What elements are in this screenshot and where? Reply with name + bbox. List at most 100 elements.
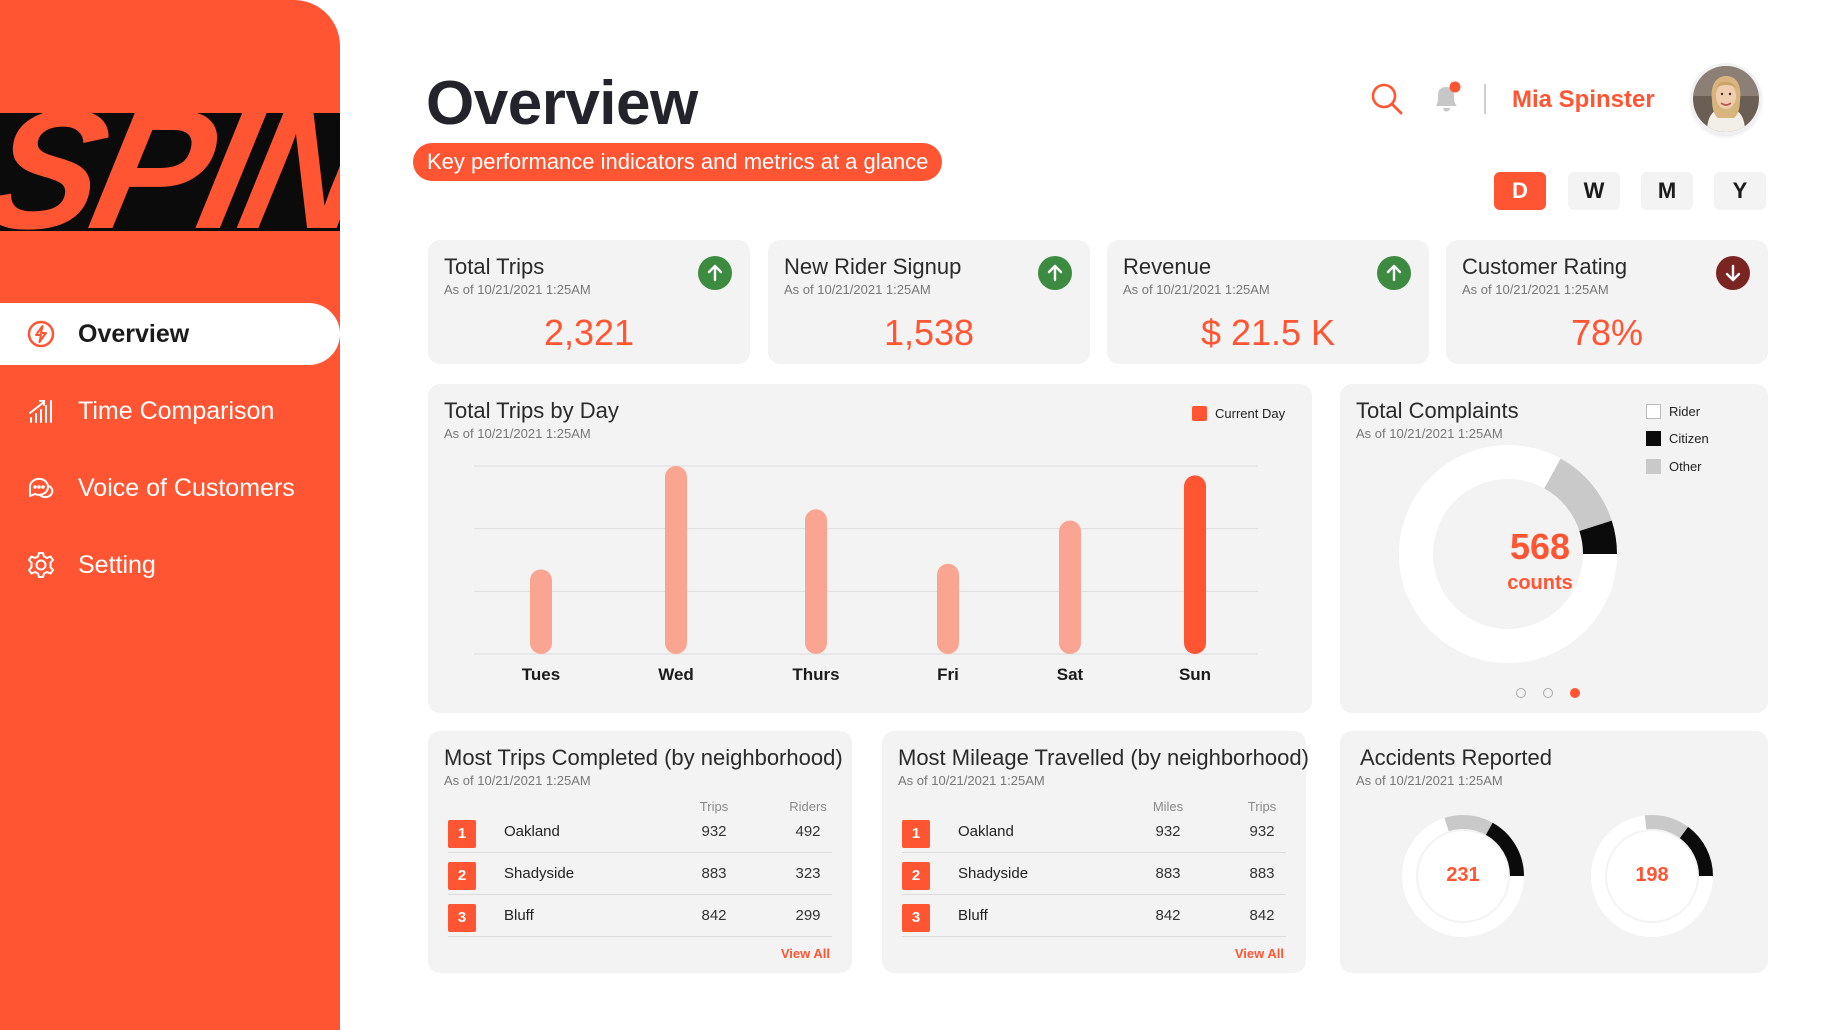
bar-tues[interactable]: [530, 569, 552, 654]
rank-badge: 2: [448, 862, 476, 890]
period-week-button[interactable]: W: [1568, 172, 1620, 210]
logo: SPIN: [0, 113, 340, 231]
chat-bubbles-icon: [26, 473, 56, 503]
kpi-title: Revenue: [1123, 254, 1212, 279]
kpi-card-new-rider-signup[interactable]: New Rider Signup As of 10/21/2021 1:25AM…: [768, 240, 1090, 364]
table-title: Most Mileage Travelled (by neighborhood): [898, 745, 1309, 770]
sidebar-item-setting[interactable]: Setting: [0, 534, 340, 596]
kpi-card-customer-rating[interactable]: Customer Rating As of 10/21/2021 1:25AM …: [1446, 240, 1768, 364]
user-name[interactable]: Mia Spinster: [1512, 86, 1655, 114]
sidebar-item-overview[interactable]: Overview: [0, 303, 340, 365]
complaints-card: Total Complaints As of 10/21/2021 1:25AM…: [1340, 384, 1768, 713]
rank-badge: 3: [448, 904, 476, 932]
kpi-asof: As of 10/21/2021 1:25AM: [1462, 282, 1609, 297]
notification-bell-icon[interactable]: [1430, 80, 1464, 116]
kpi-card-total-trips[interactable]: Total Trips As of 10/21/2021 1:25AM 2,32…: [428, 240, 750, 364]
sidebar-item-label: Voice of Customers: [78, 473, 295, 502]
trend-up-icon: [698, 256, 732, 290]
x-tick-label: Tues: [522, 665, 560, 684]
accidents-card: Accidents Reported As of 10/21/2021 1:25…: [1340, 731, 1768, 973]
dashboard-page: SPIN Overview Time Comparison Voice of C…: [0, 0, 1830, 1030]
view-all-link[interactable]: View All: [781, 946, 830, 961]
x-tick-label: Sat: [1057, 665, 1084, 684]
bar-fri[interactable]: [937, 563, 959, 654]
avatar[interactable]: [1693, 66, 1759, 132]
accident-rings: [1402, 815, 1713, 937]
sidebar-item-label: Time Comparison: [78, 396, 275, 425]
trips-value: 842: [1249, 907, 1275, 924]
table-row[interactable]: 2 Shadyside 883 323: [448, 853, 832, 895]
bar-wed[interactable]: [665, 466, 687, 654]
neighborhood-name: Bluff: [958, 907, 988, 924]
kpi-asof: As of 10/21/2021 1:25AM: [1123, 282, 1270, 297]
x-tick-label: Wed: [658, 665, 694, 684]
kpi-asof: As of 10/21/2021 1:25AM: [784, 282, 931, 297]
neighborhood-name: Bluff: [504, 907, 534, 924]
trend-up-icon: [1377, 256, 1411, 290]
kpi-asof: As of 10/21/2021 1:25AM: [444, 282, 591, 297]
rank-badge: 1: [448, 820, 476, 848]
kpi-value: $ 21.5 K: [1200, 312, 1336, 353]
x-tick-label: Fri: [937, 665, 959, 684]
table-title: Most Trips Completed (by neighborhood): [444, 745, 843, 770]
trips-by-day-card: Total Trips by Day As of 10/21/2021 1:25…: [428, 384, 1312, 713]
table-row[interactable]: 3 Bluff 842 299: [448, 895, 832, 937]
trips-value: 883: [701, 865, 727, 882]
trips-value: 932: [701, 823, 727, 840]
accident-value: 198: [1635, 864, 1669, 886]
trips-value: 883: [1249, 865, 1275, 882]
sidebar-nav: Overview Time Comparison Voice of Custom…: [0, 303, 340, 611]
period-year-button[interactable]: Y: [1714, 172, 1766, 210]
table-asof: As of 10/21/2021 1:25AM: [898, 773, 1045, 788]
rank-badge: 2: [902, 862, 930, 890]
miles-value: 932: [1155, 823, 1181, 840]
trend-down-icon: [1716, 256, 1750, 290]
bar-sun[interactable]: [1184, 475, 1206, 654]
sidebar-item-label: Overview: [78, 319, 190, 348]
accident-value: 231: [1446, 864, 1480, 886]
period-day-button[interactable]: D: [1494, 172, 1546, 210]
trend-up-icon: [1038, 256, 1072, 290]
trips-value: 932: [1249, 823, 1275, 840]
sidebar-item-voice-of-customers[interactable]: Voice of Customers: [0, 457, 340, 519]
search-icon[interactable]: [1370, 82, 1404, 116]
complaints-count-label: counts: [1507, 572, 1573, 594]
riders-value: 492: [795, 823, 821, 840]
table-row[interactable]: 1 Oakland 932 932: [902, 811, 1286, 853]
view-all-link[interactable]: View All: [1235, 946, 1284, 961]
bar-sat[interactable]: [1059, 520, 1081, 654]
carousel-dot-active[interactable]: [1570, 688, 1580, 698]
sidebar: SPIN Overview Time Comparison Voice of C…: [0, 0, 340, 1030]
trips-bar-chart: Tues Wed Thurs Fri Sat Sun: [474, 465, 1258, 684]
page-subtitle: Key performance indicators and metrics a…: [413, 143, 943, 181]
most-trips-card: Most Trips Completed (by neighborhood) A…: [428, 731, 852, 973]
most-mileage-card: Most Mileage Travelled (by neighborhood)…: [882, 731, 1309, 973]
kpi-title: New Rider Signup: [784, 254, 962, 279]
table-row[interactable]: 2 Shadyside 883 883: [902, 853, 1286, 895]
sidebar-item-label: Setting: [78, 550, 156, 579]
miles-value: 842: [1155, 907, 1181, 924]
bolt-circle-icon: [26, 319, 56, 349]
carousel-dot[interactable]: [1516, 688, 1526, 698]
riders-value: 323: [795, 865, 821, 882]
bar-thurs[interactable]: [805, 509, 827, 654]
sidebar-item-time-comparison[interactable]: Time Comparison: [0, 380, 340, 442]
neighborhood-name: Oakland: [958, 823, 1014, 840]
kpi-title: Total Trips: [444, 254, 545, 279]
complaints-count: 568: [1509, 526, 1571, 567]
kpi-card-revenue[interactable]: Revenue As of 10/21/2021 1:25AM $ 21.5 K: [1107, 240, 1429, 364]
table-row[interactable]: 3 Bluff 842 842: [902, 895, 1286, 937]
kpi-title: Customer Rating: [1462, 254, 1628, 279]
miles-value: 883: [1155, 865, 1181, 882]
carousel-dot[interactable]: [1543, 688, 1553, 698]
neighborhood-name: Oakland: [504, 823, 560, 840]
period-month-button[interactable]: M: [1641, 172, 1693, 210]
rank-badge: 1: [902, 820, 930, 848]
kpi-value: 78%: [1570, 312, 1644, 353]
header-divider: [1484, 84, 1486, 114]
riders-value: 299: [795, 907, 821, 924]
kpi-value: 2,321: [543, 312, 635, 353]
neighborhood-name: Shadyside: [504, 865, 575, 882]
x-tick-label: Sun: [1179, 665, 1211, 684]
table-row[interactable]: 1 Oakland 932 492: [448, 811, 832, 853]
